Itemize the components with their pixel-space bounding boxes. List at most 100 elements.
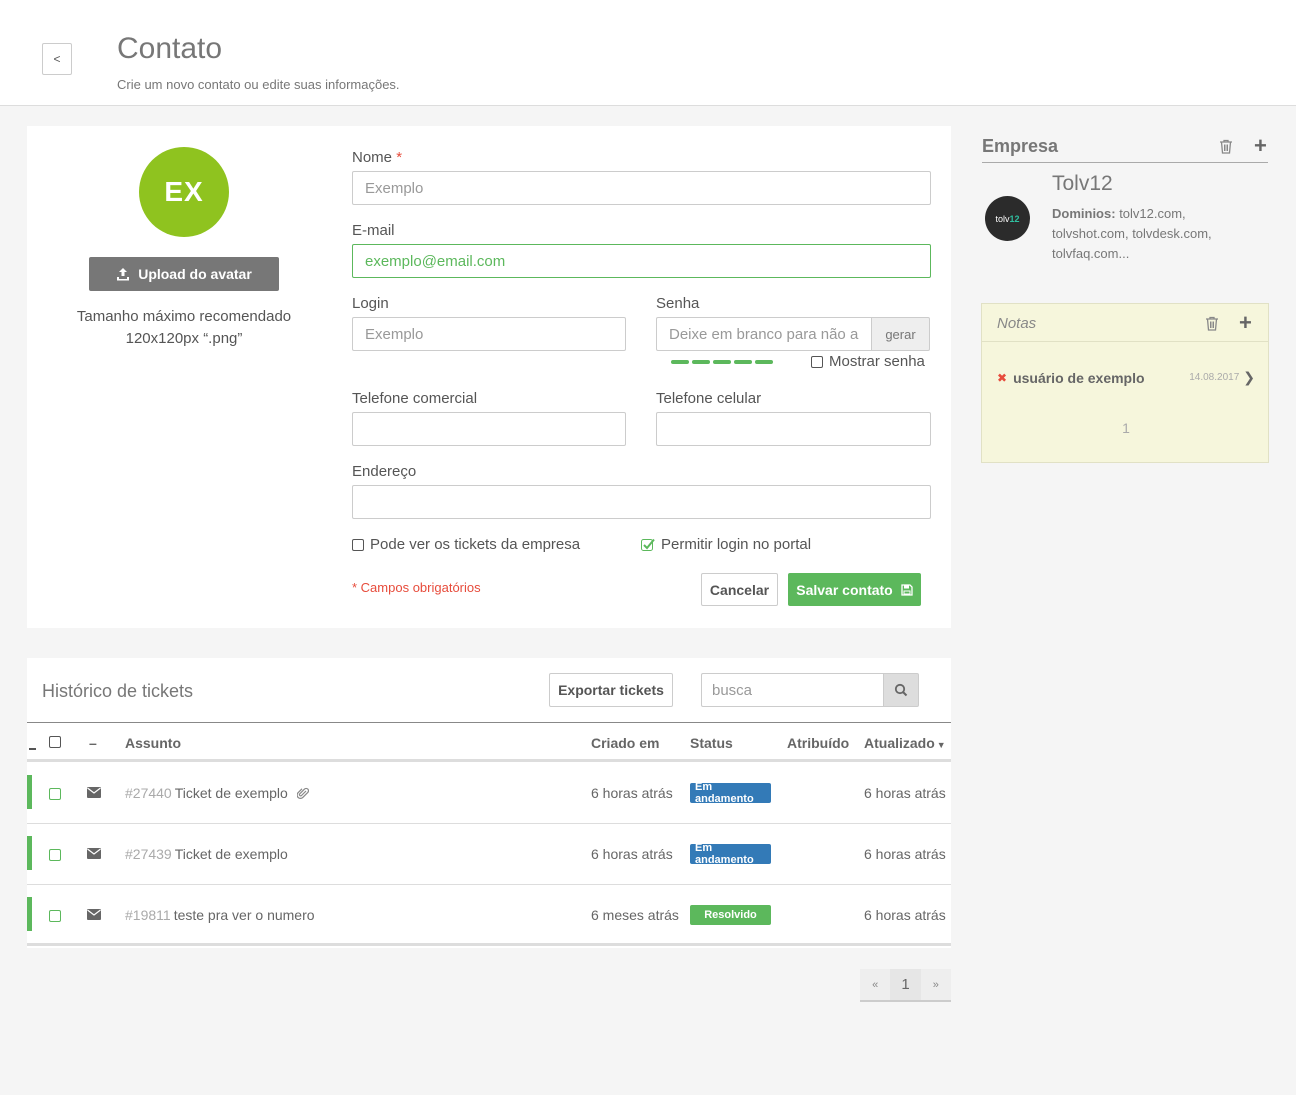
ticket-subject[interactable]: #19811 teste pra ver o numero — [125, 907, 315, 923]
ver-tickets-checkbox[interactable] — [352, 538, 364, 551]
note-date: 14.08.2017 — [1189, 372, 1240, 383]
add-note-icon[interactable]: + — [1239, 312, 1252, 334]
company-domains: Dominios: tolv12.com, tolvshot.com, tolv… — [1052, 206, 1212, 261]
envelope-icon — [87, 848, 101, 859]
column-subject[interactable]: Assunto — [125, 735, 181, 751]
senha-input[interactable] — [656, 317, 872, 351]
paperclip-icon — [296, 787, 309, 799]
contact-form-card: EX Upload do avatar Tamanho máximo recom… — [27, 126, 951, 628]
row-checkbox[interactable] — [49, 849, 61, 861]
row-checkbox[interactable] — [49, 910, 61, 922]
column-assigned[interactable]: Atribuído — [787, 735, 849, 751]
ticket-subject-text: teste pra ver o numero — [173, 907, 315, 923]
envelope-icon — [87, 909, 101, 920]
endereco-input[interactable] — [352, 485, 931, 519]
pagination-prev[interactable]: « — [860, 969, 890, 1000]
trash-icon[interactable] — [1219, 139, 1233, 154]
table-row[interactable]: #27439 Ticket de exemplo 6 horas atrás E… — [27, 824, 951, 885]
tel-celular-label: Telefone celular — [656, 390, 762, 407]
ticket-updated: 6 horas atrás — [864, 846, 946, 862]
row-checkbox[interactable] — [49, 788, 61, 800]
delete-note-icon[interactable]: ✖ — [997, 371, 1007, 385]
column-type: – — [89, 735, 97, 751]
show-password-label: Mostrar senha — [829, 353, 925, 370]
tel-celular-input[interactable] — [656, 412, 931, 446]
row-status-bar — [27, 775, 32, 809]
senha-label: Senha — [656, 295, 700, 312]
status-badge: Em andamento — [690, 781, 771, 805]
ticket-number: #19811 — [125, 907, 171, 923]
nome-input[interactable] — [352, 171, 931, 205]
ticket-updated: 6 horas atrás — [864, 907, 946, 923]
ticket-created: 6 horas atrás — [591, 785, 673, 801]
permitir-login-label: Permitir login no portal — [661, 536, 812, 553]
trash-icon[interactable] — [1205, 316, 1219, 331]
page-title: Contato — [117, 32, 223, 65]
notes-header: Notas + — [982, 304, 1268, 342]
column-status[interactable]: Status — [690, 735, 733, 751]
password-strength-meter — [671, 360, 773, 364]
checked-checkbox-icon[interactable] — [641, 538, 655, 552]
cancel-button[interactable]: Cancelar — [701, 573, 778, 606]
login-input[interactable] — [352, 317, 626, 351]
search-button[interactable] — [883, 673, 919, 707]
email-input[interactable] — [352, 244, 931, 278]
table-row[interactable]: #27440 Ticket de exemplo 6 horas atrás E… — [27, 763, 951, 824]
page-header: < Contato Crie um novo contato ou edite … — [0, 0, 1296, 106]
ticket-created: 6 horas atrás — [591, 846, 673, 862]
gerar-senha-button[interactable]: gerar — [872, 317, 930, 351]
login-label: Login — [352, 295, 389, 312]
upload-icon — [117, 268, 130, 281]
column-updated[interactable]: Atualizado ▼ — [864, 735, 946, 751]
row-status-bar — [27, 897, 32, 931]
envelope-icon — [87, 787, 101, 798]
company-section-title: Empresa — [982, 136, 1059, 156]
pagination-next[interactable]: » — [921, 969, 951, 1000]
back-button[interactable]: < — [42, 43, 72, 75]
company-logo: tolv 12 — [985, 196, 1030, 241]
ver-tickets-option[interactable]: Pode ver os tickets da empresa — [352, 536, 580, 553]
notes-page-number[interactable]: 1 — [982, 420, 1270, 436]
ticket-history-title: Histórico de tickets — [42, 681, 194, 701]
endereco-label: Endereço — [352, 463, 417, 480]
ver-tickets-label: Pode ver os tickets da empresa — [370, 536, 581, 553]
ticket-number: #27440 — [125, 785, 172, 801]
status-badge: Resolvido — [690, 905, 771, 925]
floppy-disk-icon — [901, 583, 913, 596]
ticket-updated: 6 horas atrás — [864, 785, 946, 801]
avatar: EX — [139, 147, 229, 237]
ticket-history-card: Histórico de tickets Exportar tickets – … — [27, 658, 951, 948]
row-marker-header — [29, 748, 36, 750]
ticket-pagination: « 1 » — [860, 969, 951, 1002]
upload-note: Tamanho máximo recomendado 120x120px “.p… — [76, 308, 292, 347]
status-badge: Em andamento — [690, 842, 771, 866]
notes-title: Notas — [997, 315, 1037, 332]
row-status-bar — [27, 836, 32, 870]
show-password-checkbox[interactable] — [811, 355, 823, 368]
export-tickets-button[interactable]: Exportar tickets — [549, 673, 673, 707]
chevron-right-icon[interactable]: ❯ — [1243, 369, 1255, 386]
add-company-icon[interactable]: + — [1254, 135, 1267, 157]
permitir-login-option[interactable]: Permitir login no portal — [641, 536, 811, 553]
search-icon — [894, 683, 908, 697]
tel-comercial-input[interactable] — [352, 412, 626, 446]
company-name[interactable]: Tolv12 — [1052, 172, 1113, 196]
tel-comercial-label: Telefone comercial — [352, 390, 478, 407]
note-item[interactable]: ✖ usuário de exemplo 14.08.2017 ❯ — [997, 369, 1255, 386]
ticket-subject-text: Ticket de exemplo — [174, 846, 288, 862]
email-label: E-mail — [352, 222, 395, 239]
notes-panel: Notas + ✖ usuário de exemplo 14.08.2017 … — [981, 303, 1269, 463]
select-all-checkbox[interactable] — [49, 736, 61, 748]
ticket-subject[interactable]: #27440 Ticket de exemplo — [125, 785, 309, 801]
upload-avatar-button[interactable]: Upload do avatar — [89, 257, 279, 291]
ticket-subject[interactable]: #27439 Ticket de exemplo — [125, 846, 288, 862]
show-password-toggle[interactable]: Mostrar senha — [811, 353, 925, 370]
save-contact-button[interactable]: Salvar contato — [788, 573, 921, 606]
table-row[interactable]: #19811 teste pra ver o numero 6 meses at… — [27, 885, 951, 946]
page-subtitle: Crie um novo contato ou edite suas infor… — [117, 77, 400, 92]
pagination-page-1[interactable]: 1 — [890, 969, 921, 1000]
required-fields-note: * Campos obrigatórios — [352, 580, 481, 595]
column-created[interactable]: Criado em — [591, 735, 659, 751]
ticket-created: 6 meses atrás — [591, 907, 679, 923]
ticket-search-input[interactable] — [701, 673, 884, 707]
